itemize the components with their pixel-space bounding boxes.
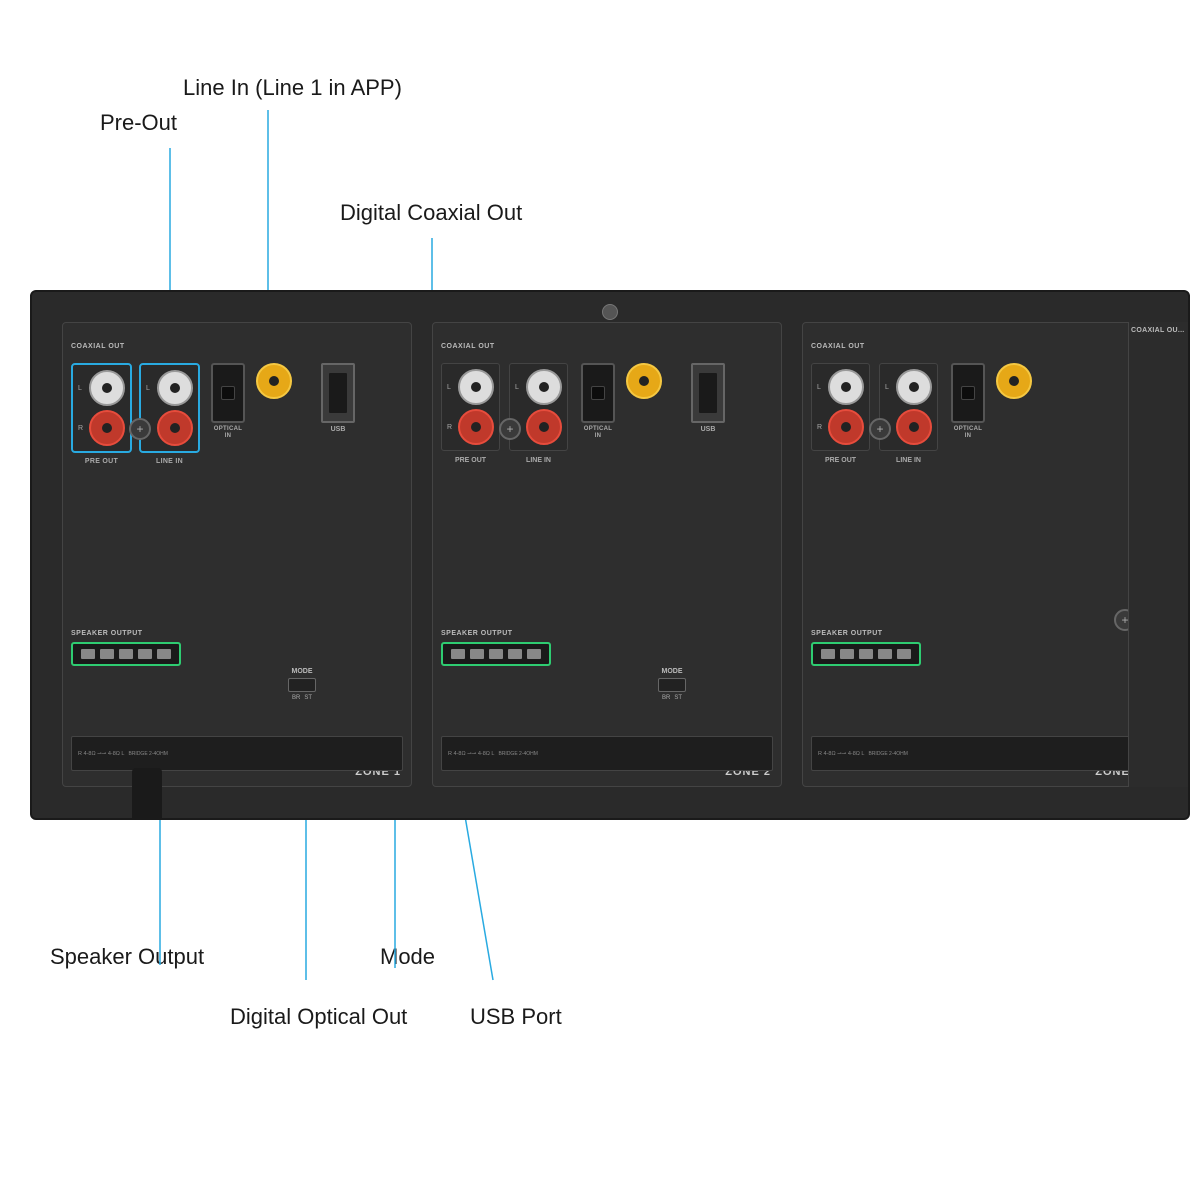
amplifier-body: ZONE 1 COAXIAL OUT L R PRE OUT L (30, 290, 1190, 820)
line-in-label: Line In (Line 1 in APP) (183, 75, 402, 101)
zone2-panel: ZONE 2 COAXIAL OUT L R PRE OUT L (432, 322, 782, 787)
zone1-coaxial-rca[interactable] (256, 363, 292, 399)
zone4-partial: COAXIAL OU... (1128, 322, 1188, 787)
zone2-speaker-terminal[interactable] (441, 642, 551, 666)
zone2-coaxial-out-group (626, 363, 662, 399)
zone1-mode-switch[interactable] (288, 678, 316, 692)
zone1-st-label: ST (304, 695, 312, 701)
zone2-optical-connector[interactable] (581, 363, 615, 423)
zone2-speaker-label: SPEAKER OUTPUT (441, 630, 551, 637)
zone1-mode-section: MODE BR ST (288, 668, 316, 701)
zone3-coaxial-rca[interactable] (996, 363, 1032, 399)
zone3-wire-diagram: R 4-8Ω ⊸⊸ 4-8Ω L BRIDGE 2-4OHM (811, 736, 1143, 771)
zone2-coaxial-label: COAXIAL OUT (441, 343, 495, 350)
zone1-mode-label: MODE (292, 668, 313, 675)
zone2-wire-diagram: R 4-8Ω ⊸⊸ 4-8Ω L BRIDGE 2-4OHM (441, 736, 773, 771)
zone2-pre-out-group: L R PRE OUT (441, 363, 500, 451)
zone1-usb-label: USB (331, 426, 346, 433)
zone2-st-label: ST (674, 695, 682, 701)
zone1-pre-out-group: L R PRE OUT (71, 363, 132, 453)
zone2-pre-out-r[interactable] (458, 409, 494, 445)
zone3-optical-in-group: OPTICALIN (951, 363, 985, 440)
zone2-mode-section: MODE BR ST (658, 668, 686, 701)
pre-out-label: Pre-Out (100, 110, 177, 136)
zone3-pre-out-group: L R PRE OUT (811, 363, 870, 451)
zone3-speaker-terminal[interactable] (811, 642, 921, 666)
zone2-br-label: BR (662, 695, 670, 701)
zone2-usb-label: USB (701, 426, 716, 433)
zone2-speaker-section: SPEAKER OUTPUT (441, 630, 551, 666)
zone2-mode-label: MODE (662, 668, 683, 675)
zone2-ground-screw: + (499, 418, 521, 440)
zone2-line-in-label: LINE IN (526, 457, 551, 464)
zone2-mode-switch[interactable] (658, 678, 686, 692)
zone2-optical-in-label: OPTICALIN (584, 426, 612, 440)
zone2-coaxial-rca[interactable] (626, 363, 662, 399)
zone3-speaker-section: SPEAKER OUTPUT (811, 630, 921, 666)
zone3-coaxial-out-group (996, 363, 1032, 399)
zone2-pre-out-l[interactable] (458, 369, 494, 405)
zone1-coaxial-out-group (256, 363, 292, 399)
usb-port-label: USB Port (470, 1004, 562, 1030)
zone1-usb-group: USB (321, 363, 355, 433)
zone1-line-in-r[interactable] (157, 410, 193, 446)
zone3-pre-out-r[interactable] (828, 409, 864, 445)
cable-stub (132, 768, 162, 818)
zone3-line-in-r[interactable] (896, 409, 932, 445)
digital-optical-out-label: Digital Optical Out (230, 1004, 407, 1030)
zone3-coaxial-label: COAXIAL OUT (811, 343, 865, 350)
zone1-coaxial-label: COAXIAL OUT (71, 343, 125, 350)
zone2-usb-port[interactable] (691, 363, 725, 423)
zone1-line-in-label: LINE IN (156, 458, 183, 465)
screw-top-center (602, 304, 618, 320)
zone3-speaker-label: SPEAKER OUTPUT (811, 630, 921, 637)
zone3-line-in-label: LINE IN (896, 457, 921, 464)
zone1-ground-screw: + (129, 418, 151, 440)
mode-label: Mode (380, 944, 435, 970)
zone2-line-in-r[interactable] (526, 409, 562, 445)
zone1-br-label: BR (292, 695, 300, 701)
zone1-usb-port[interactable] (321, 363, 355, 423)
zone1-optical-in-group: OPTICALIN (211, 363, 245, 440)
zone1-speaker-label: SPEAKER OUTPUT (71, 630, 181, 637)
zone2-line-in-l[interactable] (526, 369, 562, 405)
zone1-optical-in-label: OPTICALIN (214, 426, 242, 440)
zone2-pre-out-label: PRE OUT (455, 457, 486, 464)
zone1-panel: ZONE 1 COAXIAL OUT L R PRE OUT L (62, 322, 412, 787)
zone3-panel: ZONE 3 COAXIAL OUT L R PRE OUT L (802, 322, 1152, 787)
speaker-output-label: Speaker Output (50, 944, 204, 970)
zone1-pre-out-r[interactable] (89, 410, 125, 446)
zone1-pre-out-label: PRE OUT (85, 458, 118, 465)
zone3-pre-out-l[interactable] (828, 369, 864, 405)
zone3-optical-connector[interactable] (951, 363, 985, 423)
zone3-ground-screw: + (869, 418, 891, 440)
zone3-optical-in-label: OPTICALIN (954, 426, 982, 440)
zone1-wire-diagram: R 4-8Ω ⊸⊸ 4-8Ω L BRIDGE 2-4OHM (71, 736, 403, 771)
zone3-line-in-l[interactable] (896, 369, 932, 405)
zone3-pre-out-label: PRE OUT (825, 457, 856, 464)
zone1-optical-connector[interactable] (211, 363, 245, 423)
zone2-usb-group: USB (691, 363, 725, 433)
zone1-pre-out-l[interactable] (89, 370, 125, 406)
zone1-speaker-terminal[interactable] (71, 642, 181, 666)
zone1-speaker-section: SPEAKER OUTPUT (71, 630, 181, 666)
digital-coaxial-out-label: Digital Coaxial Out (340, 200, 522, 226)
zone1-line-in-l[interactable] (157, 370, 193, 406)
zone2-optical-in-group: OPTICALIN (581, 363, 615, 440)
